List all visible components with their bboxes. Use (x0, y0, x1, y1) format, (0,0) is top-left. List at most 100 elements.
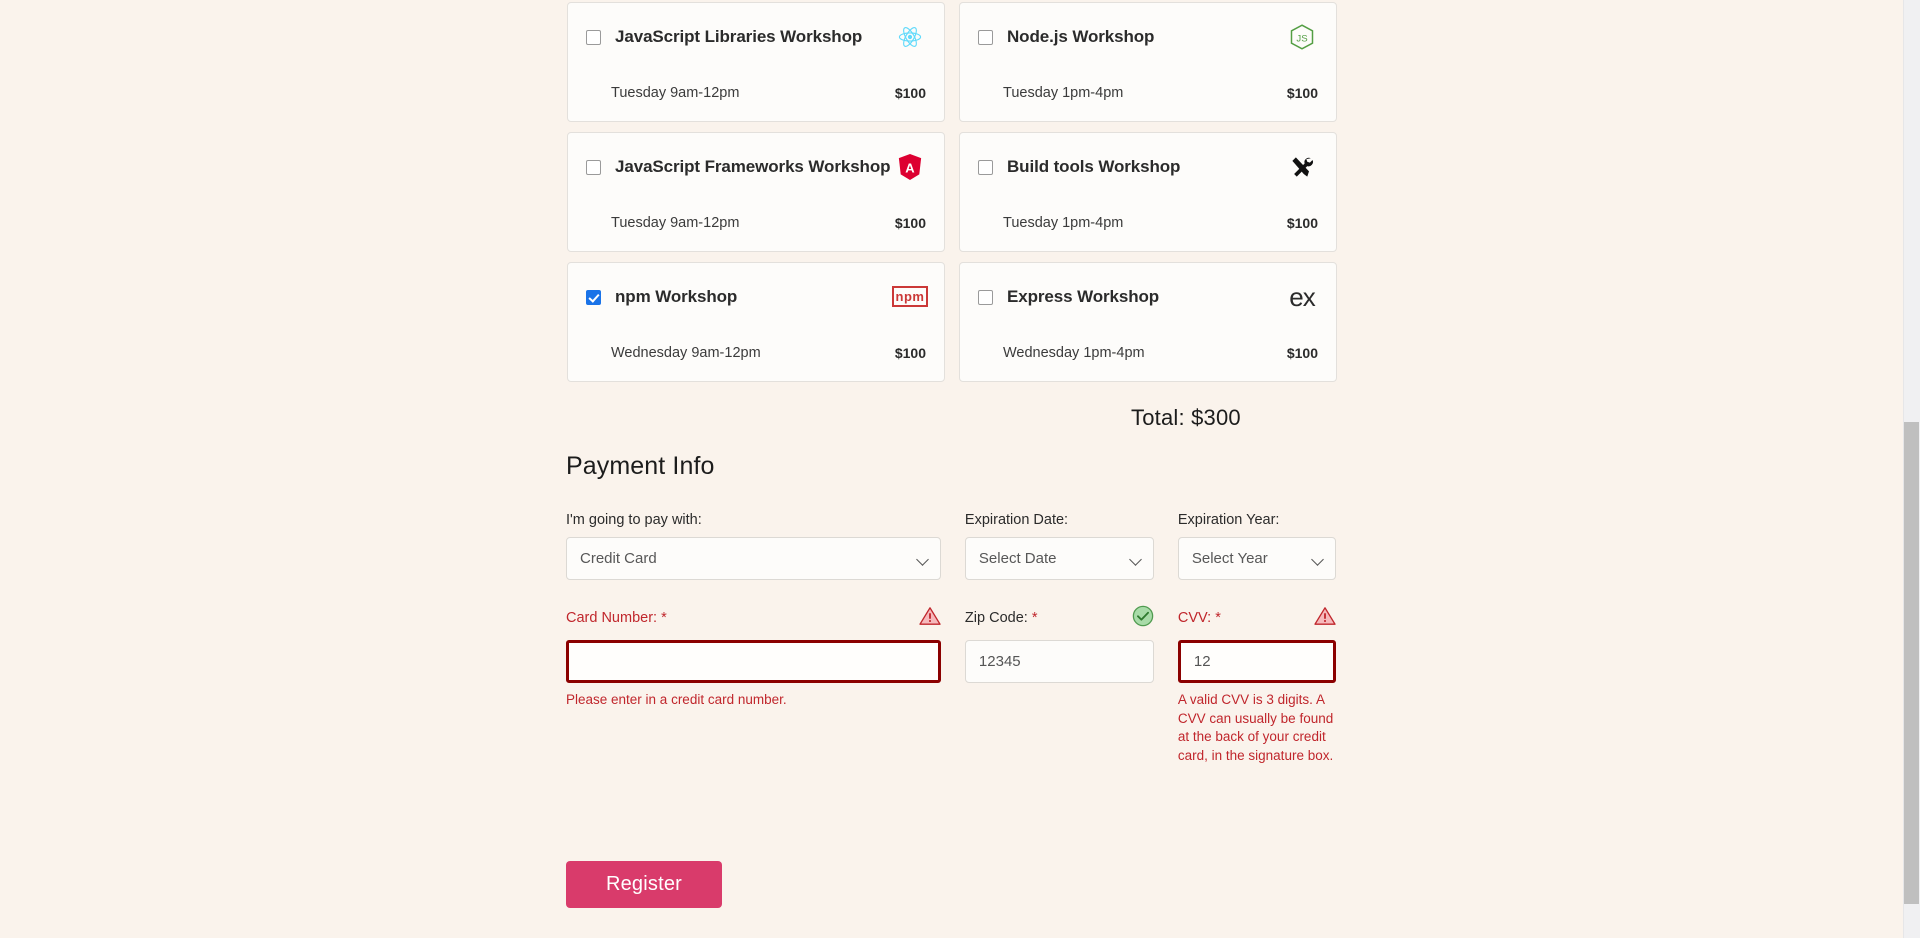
svg-text:A: A (905, 161, 915, 176)
card-number-error-message: Please enter in a credit card number. (566, 692, 787, 707)
workshop-card-footer: Tuesday 9am-12pm $100 (568, 85, 944, 101)
workshop-checkbox-javascript-frameworks[interactable] (586, 159, 601, 175)
cvv-label: CVV: * (1178, 610, 1221, 626)
workshop-time: Wednesday 9am-12pm (611, 345, 761, 361)
workshop-card-header: Express Workshop ex (960, 263, 1336, 315)
expiration-year-select-wrapper: Select Year (1177, 537, 1336, 580)
payment-info-heading: Payment Info (566, 452, 715, 480)
payment-form-row-2: Card Number: * Please enter in a credit … (566, 605, 1336, 766)
zip-code-required-asterisk: * (1031, 610, 1038, 626)
pay-with-label: I'm going to pay with: (566, 512, 702, 528)
warning-icon-card-number (919, 606, 941, 631)
workshop-card-header: JavaScript Frameworks Workshop A (568, 133, 944, 185)
zip-code-input[interactable] (964, 640, 1154, 683)
workshop-row: npm Workshop npm Wednesday 9am-12pm $100… (567, 262, 1337, 382)
order-total: Total: $300 (1131, 405, 1241, 430)
cvv-input[interactable] (1177, 640, 1336, 683)
workshop-price: $100 (894, 345, 926, 361)
workshop-price: $100 (1286, 85, 1318, 101)
zip-code-label-line: Zip Code: * (965, 605, 1154, 632)
workshop-card-footer: Tuesday 9am-12pm $100 (568, 215, 944, 231)
check-circle-icon-zip-code (1132, 605, 1154, 632)
workshop-price: $100 (894, 215, 926, 231)
cvv-group: CVV: * A valid CVV is 3 digits. A CVV ca… (1177, 606, 1336, 766)
nodejs-icon: JS (1286, 21, 1318, 53)
workshop-title: JavaScript Frameworks Workshop (615, 157, 891, 176)
pay-with-group: I'm going to pay with: Credit Card (566, 512, 941, 580)
workshop-card-header: Node.js Workshop JS (960, 3, 1336, 55)
expiration-date-select-wrapper: Select Date (964, 537, 1154, 580)
zip-code-label: Zip Code: * (965, 610, 1038, 626)
workshop-checkbox-javascript-libraries[interactable] (586, 29, 601, 45)
npm-icon-label: npm (891, 285, 929, 307)
cvv-required-asterisk: * (1215, 610, 1221, 626)
express-icon: ex (1286, 281, 1318, 313)
workshop-grid: JavaScript Libraries Workshop Tuesday 9a… (567, 2, 1337, 392)
workshop-card-express[interactable]: Express Workshop ex Wednesday 1pm-4pm $1… (959, 262, 1337, 382)
expiration-date-label: Expiration Date: (964, 512, 1069, 528)
workshop-checkbox-nodejs[interactable] (978, 29, 993, 45)
expiration-date-select[interactable]: Select Date (964, 537, 1154, 580)
workshop-card-javascript-libraries[interactable]: JavaScript Libraries Workshop Tuesday 9a… (567, 2, 945, 122)
page-root: JavaScript Libraries Workshop Tuesday 9a… (0, 0, 1920, 938)
vertical-scrollbar-thumb[interactable] (1904, 422, 1919, 904)
workshop-time: Tuesday 1pm-4pm (1003, 85, 1124, 101)
register-button[interactable]: Register (566, 861, 722, 908)
svg-text:JS: JS (1296, 33, 1307, 44)
expiration-date-group: Expiration Date: Select Date (964, 512, 1154, 580)
workshop-card-header: npm Workshop npm (568, 263, 944, 315)
card-number-input[interactable] (566, 640, 941, 683)
payment-form: I'm going to pay with: Credit Card Expir… (566, 512, 1336, 766)
workshop-checkbox-express[interactable] (978, 289, 993, 305)
payment-form-row-1: I'm going to pay with: Credit Card Expir… (566, 512, 1336, 580)
zip-code-group: Zip Code: * (964, 605, 1154, 766)
workshop-card-build-tools[interactable]: Build tools Workshop Tuesday 1pm-4pm $10… (959, 132, 1337, 252)
card-number-label-text: Card Number: (566, 610, 662, 626)
cvv-label-line: CVV: * (1178, 606, 1336, 630)
pay-with-select-wrapper: Credit Card (566, 537, 941, 580)
workshop-title: Express Workshop (1007, 287, 1160, 306)
workshop-checkbox-build-tools[interactable] (978, 159, 993, 175)
card-number-label-line: Card Number: * (566, 606, 941, 630)
workshop-card-footer: Tuesday 1pm-4pm $100 (960, 215, 1336, 231)
workshop-card-footer: Wednesday 1pm-4pm $100 (960, 345, 1336, 361)
npm-icon: npm (891, 281, 929, 313)
zip-code-label-text: Zip Code: (964, 610, 1032, 626)
workshop-card-npm[interactable]: npm Workshop npm Wednesday 9am-12pm $100 (567, 262, 945, 382)
workshop-card-footer: Tuesday 1pm-4pm $100 (960, 85, 1336, 101)
express-icon-label: ex (1289, 282, 1315, 312)
expiration-year-select[interactable]: Select Year (1177, 537, 1336, 580)
workshop-time: Wednesday 1pm-4pm (1003, 345, 1145, 361)
workshop-time: Tuesday 1pm-4pm (1003, 215, 1124, 231)
workshop-price: $100 (1286, 215, 1318, 231)
warning-icon-cvv (1314, 606, 1336, 631)
workshop-row: JavaScript Frameworks Workshop A Tuesday… (567, 132, 1337, 252)
cvv-error-message: A valid CVV is 3 digits. A CVV can usual… (1177, 692, 1334, 763)
workshop-title: npm Workshop (615, 287, 738, 306)
expiration-year-label: Expiration Year: (1177, 512, 1280, 528)
angular-icon: A (894, 151, 926, 183)
workshop-card-nodejs[interactable]: Node.js Workshop JS Tuesday 1pm-4pm $100 (959, 2, 1337, 122)
hammer-wrench-icon (1286, 151, 1318, 183)
workshop-price: $100 (894, 85, 926, 101)
workshop-card-header: Build tools Workshop (960, 133, 1336, 185)
cvv-label-text: CVV: (1177, 610, 1216, 626)
card-number-label: Card Number: * (566, 610, 667, 626)
workshop-time: Tuesday 9am-12pm (611, 215, 740, 231)
workshop-title: Node.js Workshop (1007, 27, 1155, 46)
workshop-card-footer: Wednesday 9am-12pm $100 (568, 345, 944, 361)
workshop-row: JavaScript Libraries Workshop Tuesday 9a… (567, 2, 1337, 122)
react-icon (894, 21, 926, 53)
card-number-required-asterisk: * (661, 610, 667, 626)
workshop-title: JavaScript Libraries Workshop (615, 27, 863, 46)
workshop-title: Build tools Workshop (1007, 157, 1181, 176)
card-number-group: Card Number: * Please enter in a credit … (566, 606, 941, 766)
vertical-scrollbar-track[interactable] (1903, 0, 1920, 938)
workshop-checkbox-npm[interactable] (586, 289, 601, 305)
workshop-card-javascript-frameworks[interactable]: JavaScript Frameworks Workshop A Tuesday… (567, 132, 945, 252)
workshop-time: Tuesday 9am-12pm (611, 85, 740, 101)
workshop-price: $100 (1286, 345, 1318, 361)
pay-with-select[interactable]: Credit Card (566, 537, 941, 580)
expiration-year-group: Expiration Year: Select Year (1177, 512, 1336, 580)
workshop-card-header: JavaScript Libraries Workshop (568, 3, 944, 55)
